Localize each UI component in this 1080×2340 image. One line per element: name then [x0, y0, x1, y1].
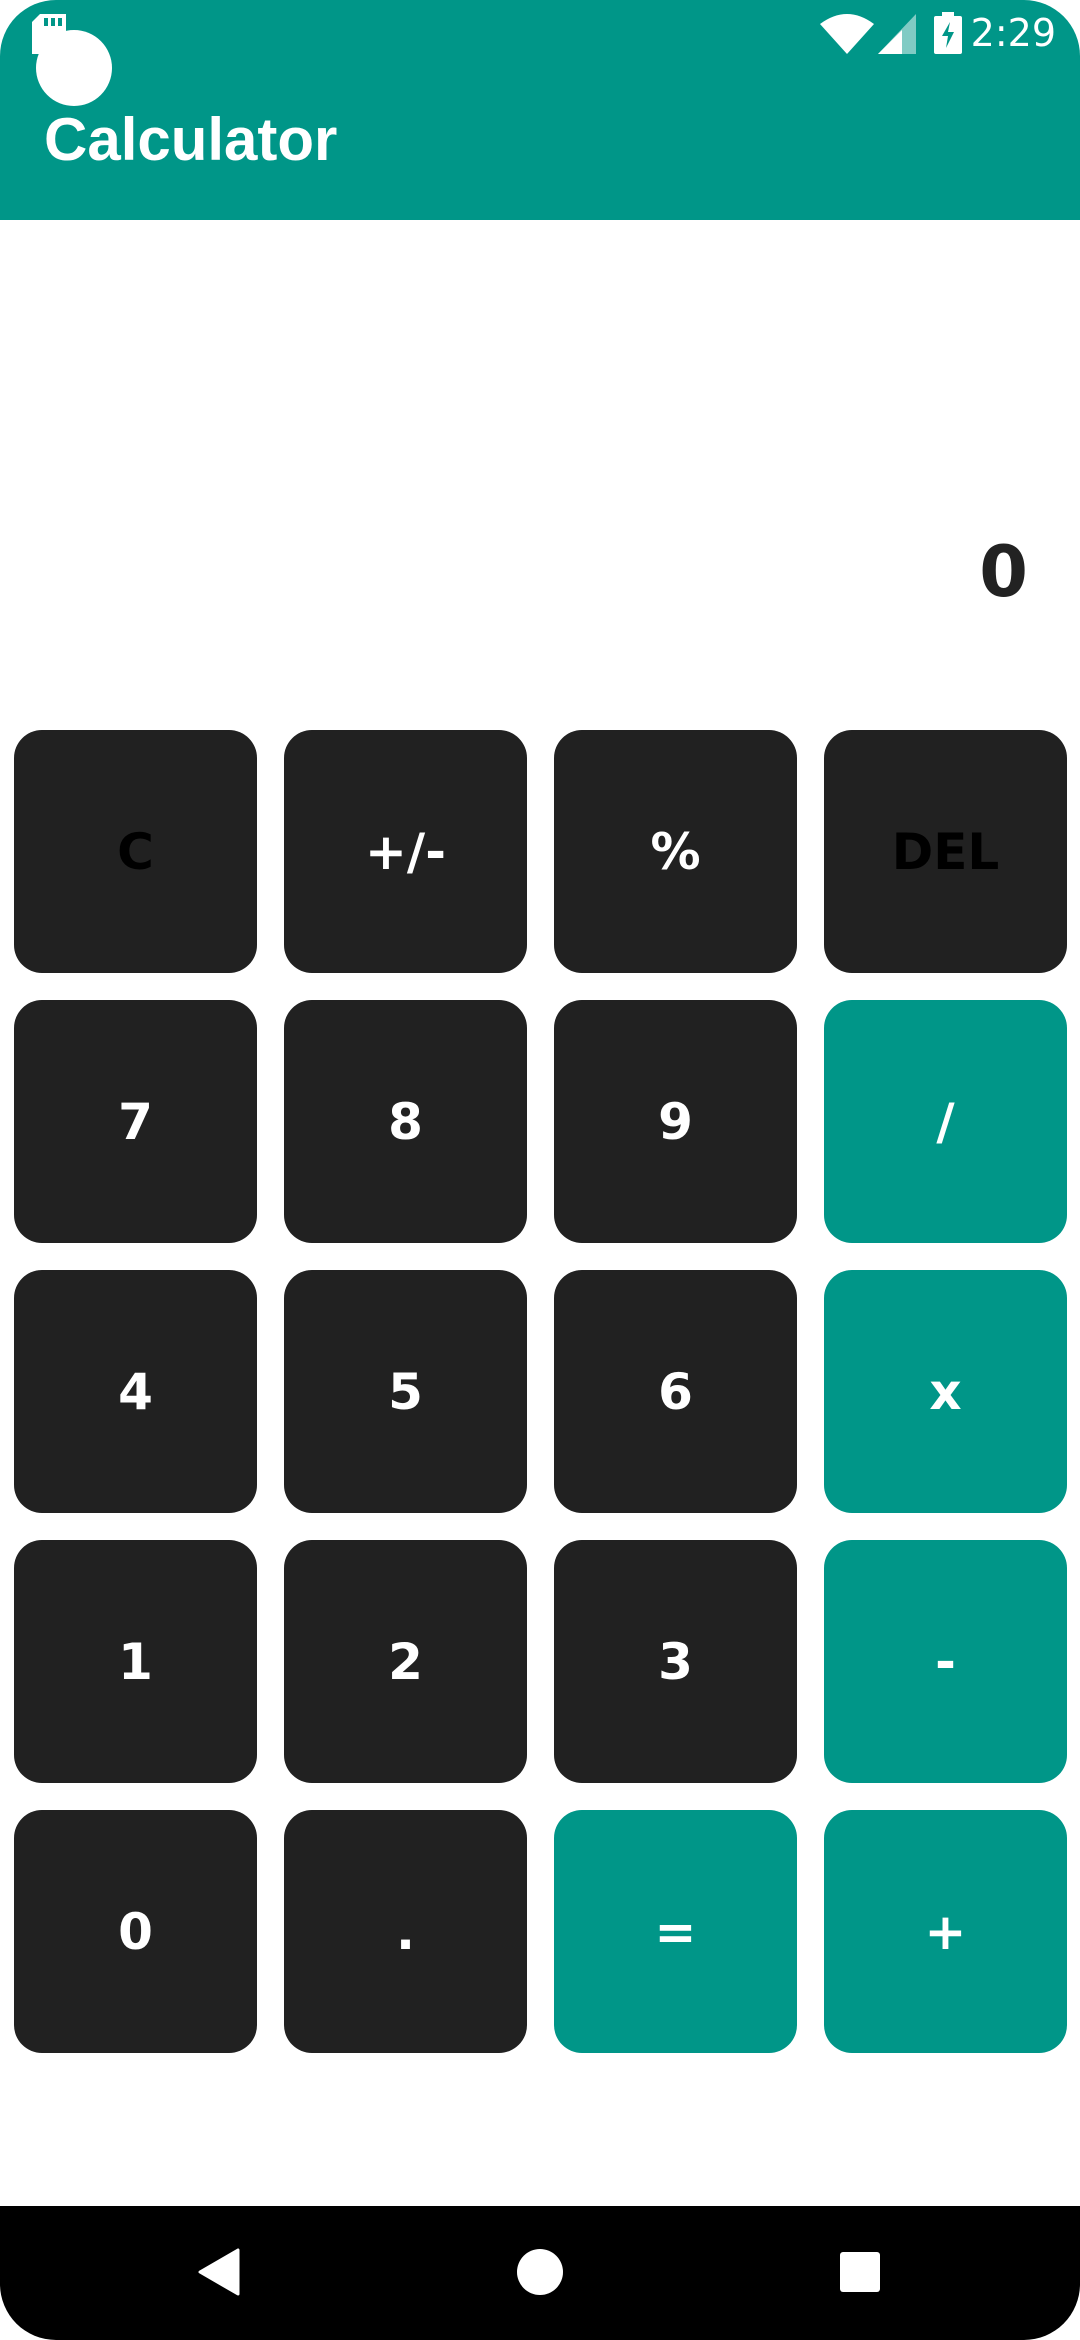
status-time: 2:29 [970, 11, 1056, 55]
recents-icon [840, 2252, 880, 2292]
navigation-bar [0, 2206, 1080, 2340]
status-bar: 2:29 [0, 0, 1080, 106]
digit-2-button[interactable]: 2 [284, 1540, 527, 1783]
digit-4-button[interactable]: 4 [14, 1270, 257, 1513]
nav-back-button[interactable] [180, 2232, 260, 2312]
equals-button[interactable]: = [554, 1810, 797, 2053]
digit-7-button[interactable]: 7 [14, 1000, 257, 1243]
multiply-button[interactable]: x [824, 1270, 1067, 1513]
divide-button[interactable]: / [824, 1000, 1067, 1243]
digit-6-button[interactable]: 6 [554, 1270, 797, 1513]
digit-0-button[interactable]: 0 [14, 1810, 257, 2053]
battery-charging-icon [934, 12, 962, 54]
delete-button[interactable]: DEL [824, 730, 1067, 973]
camera-cutout [36, 30, 112, 106]
wifi-icon [820, 14, 874, 54]
percent-button[interactable]: % [554, 730, 797, 973]
cell-signal-icon [878, 14, 916, 54]
back-icon [198, 2248, 240, 2296]
toggle-sign-button[interactable]: +/- [284, 730, 527, 973]
digit-8-button[interactable]: 8 [284, 1000, 527, 1243]
display-value: 0 [979, 531, 1028, 613]
digit-1-button[interactable]: 1 [14, 1540, 257, 1783]
app-title: Calculator [44, 106, 338, 173]
digit-9-button[interactable]: 9 [554, 1000, 797, 1243]
calculator-app: 2:29 Calculator 0 C +/- % DEL 7 8 9 / 4 … [0, 0, 1080, 2340]
clear-button[interactable]: C [14, 730, 257, 973]
keypad: C +/- % DEL 7 8 9 / 4 5 6 x 1 2 3 - 0 . … [14, 730, 1067, 2053]
digit-3-button[interactable]: 3 [554, 1540, 797, 1783]
nav-recents-button[interactable] [820, 2232, 900, 2312]
subtract-button[interactable]: - [824, 1540, 1067, 1783]
digit-5-button[interactable]: 5 [284, 1270, 527, 1513]
app-header: 2:29 Calculator [0, 0, 1080, 220]
calculator-display: 0 [0, 220, 1080, 730]
nav-home-button[interactable] [500, 2232, 580, 2312]
home-icon [517, 2249, 563, 2295]
decimal-point-button[interactable]: . [284, 1810, 527, 2053]
add-button[interactable]: + [824, 1810, 1067, 2053]
